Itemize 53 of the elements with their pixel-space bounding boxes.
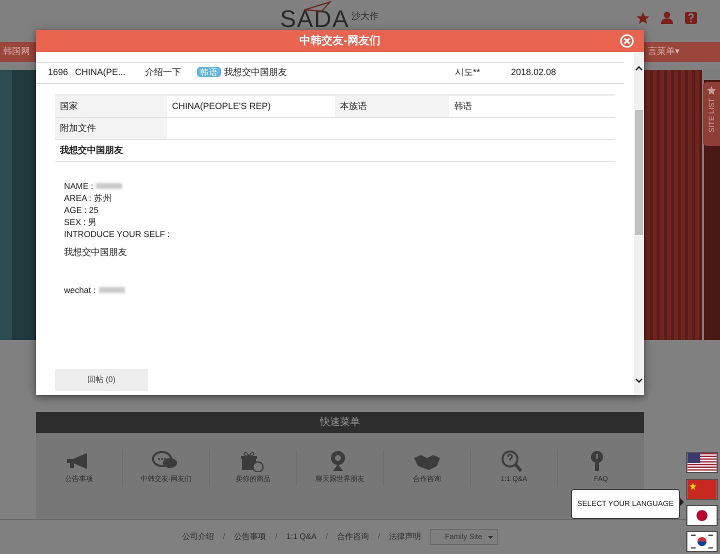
replies-tab[interactable]: 回帖 (0) <box>55 369 148 391</box>
star-icon <box>707 86 716 95</box>
tooltip-arrow-icon <box>680 498 684 506</box>
post-country: CHINA(PE... <box>75 66 127 80</box>
modal-title: 中韩交友-网友们 <box>300 34 380 49</box>
post-author: 시도** <box>455 66 482 80</box>
separator: / <box>326 531 328 543</box>
separator: / <box>378 531 380 543</box>
help-icon[interactable] <box>684 11 698 25</box>
blurred-text <box>98 287 125 293</box>
detail-label: 国家 <box>60 100 78 113</box>
separator: / <box>222 531 226 543</box>
body-text: NAME : <box>64 180 94 192</box>
footer-link[interactable]: 合作咨询 <box>336 531 369 543</box>
caret-icon <box>488 536 494 538</box>
star-icon[interactable] <box>636 11 650 25</box>
scroll-up-icon[interactable] <box>635 65 643 71</box>
footer-link[interactable]: 公司介绍 <box>182 531 214 543</box>
body-text: AGE : 25 <box>64 204 98 216</box>
logo-chinese-text: 沙大作 <box>351 12 378 21</box>
scrollbar[interactable] <box>634 52 644 395</box>
body-text: INTRODUCE YOUR SELF : <box>64 228 170 240</box>
body-text: wechat : <box>64 284 96 296</box>
language-tag: 韩语 <box>197 67 221 78</box>
footer-link[interactable]: 公告事项 <box>234 531 266 543</box>
detail-value: 韩语 <box>454 100 472 113</box>
china-flag-icon[interactable] <box>686 479 718 500</box>
scroll-down-icon[interactable] <box>635 378 643 384</box>
user-icon[interactable] <box>660 11 674 25</box>
post-date: 2018.02.08 <box>511 66 558 80</box>
separator: / <box>275 531 278 543</box>
footer-link[interactable]: 1:1 Q&A <box>286 531 317 543</box>
detail-value: CHINA(PEOPLE'S REP) <box>172 100 271 113</box>
post-subject: 我想交中国朋友 <box>60 144 123 157</box>
post-category: 介绍一下 <box>145 66 182 80</box>
japan-flag-icon[interactable] <box>686 505 718 526</box>
detail-label: 本族语 <box>340 100 367 113</box>
logo-text: SADA <box>280 8 350 32</box>
body-text: SEX : 男 <box>64 216 98 228</box>
nav-item[interactable]: 韩国网 <box>3 45 30 59</box>
korea-flag-icon[interactable] <box>686 531 718 552</box>
detail-label: 附加文件 <box>60 122 96 135</box>
footer-link[interactable]: 法律声明 <box>389 531 422 543</box>
body-text: AREA : 苏州 <box>64 192 112 204</box>
close-icon[interactable] <box>620 34 634 48</box>
nav-menu[interactable]: 言菜单▾ <box>648 45 716 59</box>
logo-icon <box>302 0 332 12</box>
us-flag-icon[interactable] <box>686 452 718 473</box>
body-text: 我想交中国朋友 <box>64 246 127 258</box>
blurred-text <box>96 183 122 189</box>
post-title[interactable]: 我想交中国朋友 <box>224 67 287 78</box>
post-number: 1696 <box>48 66 70 80</box>
quick-menu-title: 快速菜单 <box>36 412 644 433</box>
